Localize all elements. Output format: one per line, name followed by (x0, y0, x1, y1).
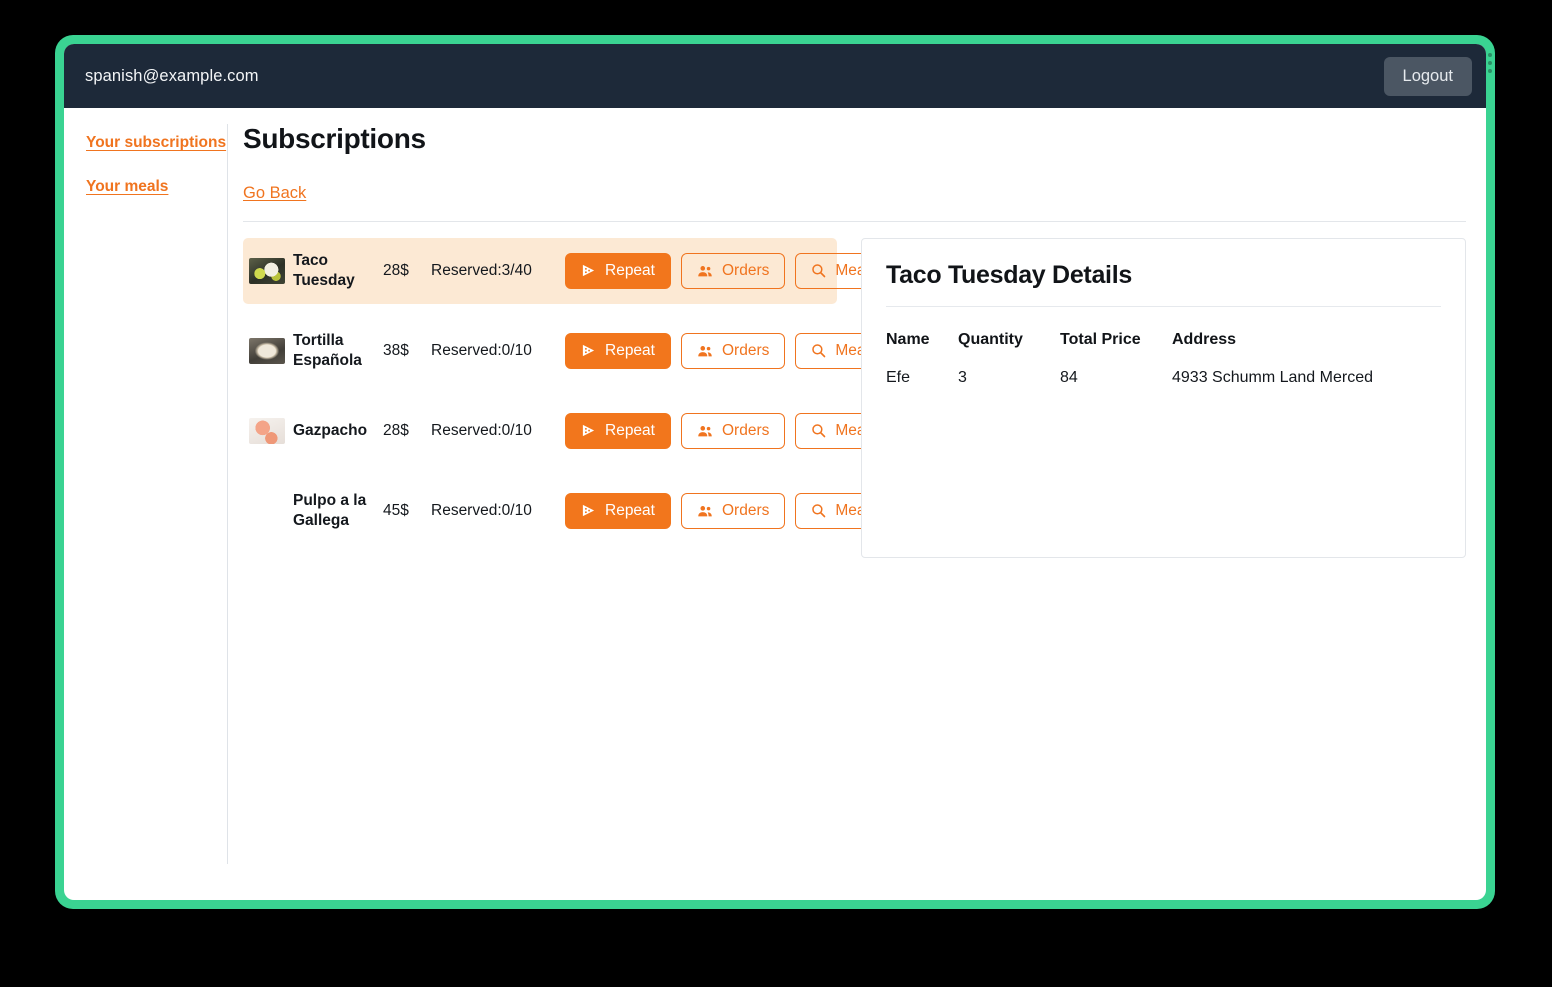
sidebar-item-your-subscriptions[interactable]: Your subscriptions (86, 134, 227, 152)
meal-thumbnail-image (249, 257, 285, 284)
orders-button[interactable]: Orders (680, 332, 786, 369)
subscription-list: Taco Tuesday 28$ Reserved:3/40 Repeat Or… (243, 237, 885, 558)
top-navigation-bar: spanish@example.com Logout (64, 44, 1486, 108)
cell-total-price: 84 (1060, 368, 1078, 386)
subscription-row[interactable]: Taco Tuesday 28$ Reserved:3/40 Repeat Or… (243, 237, 885, 304)
subscription-price: 45$ (383, 501, 409, 519)
repeat-button[interactable]: Repeat (565, 252, 671, 289)
repeat-button[interactable]: Repeat (565, 412, 671, 449)
subscription-price: 28$ (383, 261, 409, 279)
handle-dot (1487, 61, 1492, 65)
repeat-button-label: Repeat (605, 341, 655, 359)
subscription-actions: Repeat Orders Meal (565, 492, 885, 529)
account-email: spanish@example.com (85, 66, 259, 85)
subscription-row[interactable]: Gazpacho 28$ Reserved:0/10 Repeat Orders… (243, 398, 885, 464)
repeat-button-label: Repeat (605, 501, 655, 519)
sidebar-item-your-meals[interactable]: Your meals (86, 178, 227, 196)
subscription-reserved-count: Reserved:0/10 (431, 341, 532, 359)
column-header-quantity: Quantity (958, 330, 1023, 348)
orders-button-label: Orders (721, 341, 770, 359)
people-group-icon (697, 264, 713, 278)
handle-dot (1487, 69, 1492, 73)
search-icon (811, 423, 826, 438)
repeat-button[interactable]: Repeat (565, 332, 671, 369)
orders-button-label: Orders (721, 261, 770, 279)
detail-card-divider (886, 305, 1441, 307)
app-viewport: spanish@example.com Logout Your subscrip… (64, 44, 1486, 900)
cell-name: Efe (886, 368, 911, 386)
logout-button[interactable]: Logout (1383, 56, 1472, 96)
pizza-slice-icon (581, 263, 596, 278)
table-row: Efe 3 84 4933 Schumm Land Merced (886, 369, 1441, 387)
subscription-reserved-count: Reserved:3/40 (431, 261, 532, 279)
main-content: Subscriptions Go Back Taco Tuesday 28$ R… (227, 123, 1486, 864)
subscription-name: Tortilla Española (293, 331, 362, 369)
people-group-icon (697, 424, 713, 438)
search-icon (811, 343, 826, 358)
subscription-actions: Repeat Orders Meal (565, 412, 885, 449)
subscription-price: 28$ (383, 421, 409, 439)
subscription-reserved-count: Reserved:0/10 (431, 501, 532, 519)
page-title: Subscriptions (243, 123, 426, 154)
subscription-actions: Repeat Orders Meal (565, 252, 885, 289)
search-icon (811, 263, 826, 278)
pizza-slice-icon (581, 423, 596, 438)
meal-thumbnail-image (249, 337, 285, 364)
repeat-button-label: Repeat (605, 261, 655, 279)
people-group-icon (697, 504, 713, 518)
page-body: Your subscriptions Your meals Subscripti… (64, 108, 1486, 864)
orders-button[interactable]: Orders (680, 252, 786, 289)
subscription-price: 38$ (383, 341, 409, 359)
cell-address: 4933 Schumm Land Merced (1172, 368, 1373, 386)
go-back-link[interactable]: Go Back (243, 184, 306, 203)
detail-orders-table: Name Quantity Total Price Address Efe 3 (886, 331, 1441, 387)
content-columns: Taco Tuesday 28$ Reserved:3/40 Repeat Or… (243, 237, 1466, 558)
table-header-row: Name Quantity Total Price Address (886, 331, 1441, 369)
repeat-button[interactable]: Repeat (565, 492, 671, 529)
orders-button[interactable]: Orders (680, 492, 786, 529)
column-header-address: Address (1172, 330, 1237, 348)
subscription-row[interactable]: Tortilla Española 38$ Reserved:0/10 Repe… (243, 318, 885, 384)
subscription-detail-card: Taco Tuesday Details Name Quantity Total… (861, 237, 1466, 558)
orders-button[interactable]: Orders (680, 412, 786, 449)
handle-dot (1487, 53, 1492, 57)
search-icon (811, 503, 826, 518)
orders-button-label: Orders (721, 421, 770, 439)
subscription-name: Pulpo a la Gallega (293, 491, 367, 529)
subscription-actions: Repeat Orders Meal (565, 332, 885, 369)
repeat-button-label: Repeat (605, 421, 655, 439)
column-header-total-price: Total Price (1060, 330, 1141, 348)
content-divider (243, 220, 1466, 222)
detail-card-title: Taco Tuesday Details (886, 260, 1132, 289)
window-resize-handle[interactable] (1487, 53, 1492, 73)
sidebar-navigation: Your subscriptions Your meals (64, 124, 227, 222)
browser-device-frame: spanish@example.com Logout Your subscrip… (55, 35, 1495, 909)
column-header-name: Name (886, 330, 930, 348)
meal-thumbnail-image (249, 498, 285, 524)
subscription-reserved-count: Reserved:0/10 (431, 421, 532, 439)
pizza-slice-icon (581, 503, 596, 518)
cell-quantity: 3 (958, 368, 967, 386)
orders-button-label: Orders (721, 501, 770, 519)
meal-thumbnail-image (249, 417, 285, 444)
people-group-icon (697, 344, 713, 358)
pizza-slice-icon (581, 343, 596, 358)
subscription-name: Gazpacho (293, 421, 368, 439)
subscription-row[interactable]: Pulpo a la Gallega 45$ Reserved:0/10 Rep… (243, 478, 885, 544)
subscription-name: Taco Tuesday (293, 251, 355, 289)
